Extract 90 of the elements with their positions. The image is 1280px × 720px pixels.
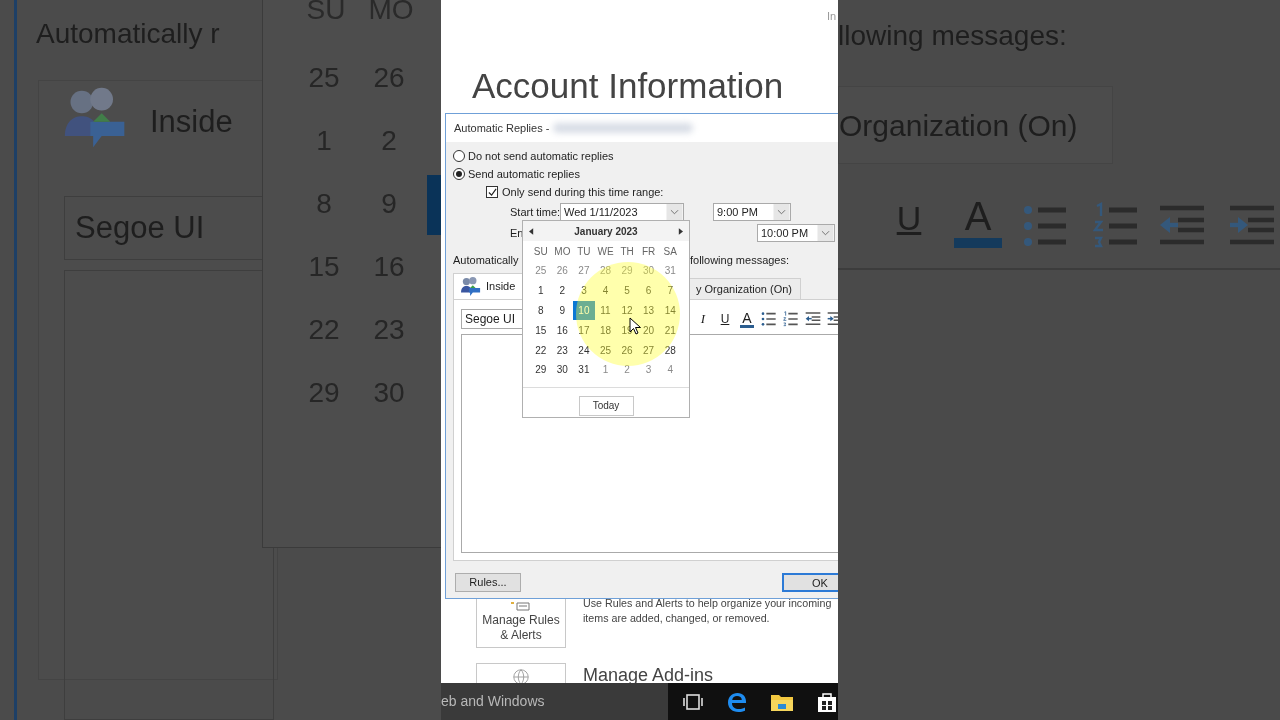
calendar-day[interactable]: 1 bbox=[594, 360, 617, 380]
weekday-header: TU bbox=[576, 245, 592, 259]
task-view-icon[interactable] bbox=[682, 692, 704, 711]
radio-label: Do not send automatic replies bbox=[468, 148, 614, 164]
calendar-day[interactable]: 29 bbox=[616, 261, 638, 281]
font-color-button[interactable]: A bbox=[739, 310, 755, 328]
next-month-arrow-icon[interactable] bbox=[678, 227, 683, 235]
today-button[interactable]: Today bbox=[578, 395, 634, 416]
corner-text: In bbox=[827, 9, 837, 24]
calendar-day[interactable]: 25 bbox=[594, 340, 617, 360]
calendar-day[interactable]: 28 bbox=[659, 340, 681, 360]
calendar-day[interactable]: 16 bbox=[551, 320, 574, 341]
taskbar-search[interactable]: eb and Windows bbox=[441, 683, 668, 720]
calendar-day[interactable]: 4 bbox=[659, 360, 681, 380]
calendar-day[interactable]: 13 bbox=[637, 300, 660, 321]
calendar-day[interactable]: 21 bbox=[659, 320, 681, 341]
calendar-day[interactable]: 28 bbox=[594, 261, 617, 281]
calendar-day[interactable]: 27 bbox=[573, 261, 595, 281]
page-title: Account Information bbox=[472, 65, 784, 107]
calendar-day[interactable]: 30 bbox=[637, 261, 660, 281]
decrease-indent-icon[interactable] bbox=[805, 311, 821, 327]
checkbox[interactable] bbox=[486, 186, 498, 198]
backdrop-selected-day bbox=[427, 175, 441, 235]
calendar-day[interactable]: 22 bbox=[530, 340, 552, 360]
weekday-header: MO bbox=[553, 245, 572, 259]
calendar-day[interactable]: 18 bbox=[594, 320, 617, 341]
weekday-header: WE bbox=[596, 245, 615, 259]
italic-button[interactable]: I bbox=[695, 309, 711, 329]
calendar-day[interactable]: 27 bbox=[637, 340, 660, 360]
section-title: Manage Add-ins bbox=[583, 664, 714, 686]
calendar-day[interactable]: 3 bbox=[637, 360, 660, 380]
previous-month-arrow-icon[interactable] bbox=[529, 227, 534, 235]
weekday-header: SU bbox=[532, 245, 549, 259]
calendar-day[interactable]: 25 bbox=[530, 261, 552, 281]
calendar-day[interactable]: 9 bbox=[551, 300, 574, 321]
underline-button[interactable]: U bbox=[717, 310, 733, 328]
calendar-day[interactable]: 31 bbox=[659, 261, 681, 281]
ok-button[interactable]: OK bbox=[782, 573, 838, 592]
radio-button[interactable] bbox=[453, 168, 465, 180]
time-picker[interactable]: 9:00 PM bbox=[713, 203, 791, 221]
checkbox-label: Only send during this time range: bbox=[502, 184, 664, 200]
radio-button[interactable] bbox=[453, 150, 465, 162]
calendar-day[interactable]: 26 bbox=[551, 261, 574, 281]
calendar-day[interactable]: 8 bbox=[530, 300, 552, 321]
calendar-day[interactable]: 15 bbox=[530, 320, 552, 341]
calendar-day[interactable]: 1 bbox=[530, 280, 552, 301]
instruction-text: following messages: bbox=[690, 252, 790, 268]
globe-icon bbox=[512, 668, 530, 683]
instruction-text: Automatically bbox=[453, 252, 520, 268]
calendar-day[interactable]: 12 bbox=[616, 300, 638, 321]
weekday-header: TH bbox=[619, 245, 635, 259]
calendar-day[interactable]: 17 bbox=[573, 320, 595, 341]
calendar-day[interactable]: 2 bbox=[551, 280, 574, 301]
addins-tile[interactable] bbox=[476, 663, 566, 683]
calendar-day[interactable]: 23 bbox=[551, 340, 574, 360]
calendar-day[interactable]: 5 bbox=[616, 280, 638, 301]
people-icon bbox=[460, 276, 482, 297]
radio-label: Send automatic replies bbox=[468, 166, 580, 182]
calendar-day[interactable]: 10 bbox=[573, 300, 595, 321]
calendar-day[interactable]: 11 bbox=[594, 300, 617, 321]
weekday-header: FR bbox=[640, 245, 657, 259]
numbered-list-icon[interactable] bbox=[783, 311, 799, 327]
font-field[interactable]: Segoe UI bbox=[461, 309, 523, 329]
calendar-day[interactable]: 30 bbox=[551, 360, 574, 380]
calendar-day[interactable]: 14 bbox=[659, 300, 681, 321]
window-title: Automatic Replies - bbox=[454, 120, 550, 136]
date-picker[interactable]: Wed 1/11/2023 bbox=[560, 203, 684, 221]
rules-button[interactable]: Rules... bbox=[455, 573, 521, 592]
calendar-day[interactable]: 6 bbox=[637, 280, 660, 301]
calendar-day[interactable]: 3 bbox=[573, 280, 595, 301]
store-icon[interactable] bbox=[816, 690, 838, 713]
rules-icon bbox=[509, 601, 533, 611]
weekday-header: SA bbox=[662, 245, 678, 259]
calendar-day[interactable]: 7 bbox=[659, 280, 681, 301]
description-text: Use Rules and Alerts to help organize your incoming bbox=[583, 596, 832, 611]
bulleted-list-icon[interactable] bbox=[761, 311, 777, 327]
description-text: items are added, changed, or removed. bbox=[583, 611, 770, 626]
tab[interactable]: y Organization (On) bbox=[689, 278, 801, 299]
calendar-day[interactable]: 24 bbox=[573, 340, 595, 360]
field-label: Start time: bbox=[510, 204, 560, 220]
time-picker[interactable]: 10:00 PM bbox=[757, 224, 835, 242]
browser-icon[interactable] bbox=[726, 690, 748, 713]
month-label: January 2023 bbox=[574, 224, 638, 239]
calendar-day[interactable]: 4 bbox=[594, 280, 617, 301]
tab[interactable]: Inside bbox=[453, 273, 523, 299]
calendar-day[interactable]: 29 bbox=[530, 360, 552, 380]
calendar-day[interactable]: 20 bbox=[637, 320, 660, 341]
calendar-day[interactable]: 2 bbox=[616, 360, 638, 380]
calendar-day[interactable]: 31 bbox=[573, 360, 595, 380]
calendar-day[interactable]: 26 bbox=[616, 340, 638, 360]
